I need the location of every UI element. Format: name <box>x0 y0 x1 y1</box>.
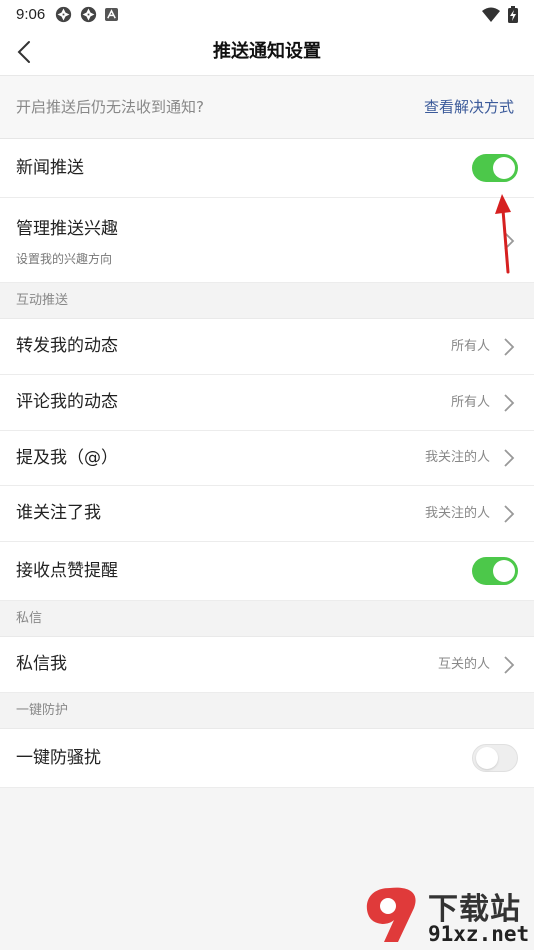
chevron-right-icon <box>504 505 515 523</box>
like-reminder-label: 接收点赞提醒 <box>16 561 118 581</box>
chevron-right-icon <box>504 656 515 674</box>
news-push-row[interactable]: 新闻推送 <box>0 139 534 198</box>
anti-harassment-row[interactable]: 一键防骚扰 <box>0 729 534 788</box>
watermark-domain: 91xz.net <box>428 922 530 946</box>
row-label: 私信我 <box>16 654 67 674</box>
status-bar: 9:06 <box>0 0 534 28</box>
manage-interests-label: 管理推送兴趣 <box>16 219 118 239</box>
news-push-label: 新闻推送 <box>16 158 84 178</box>
anti-harassment-label: 一键防骚扰 <box>16 748 101 768</box>
aperture-icon <box>81 6 97 22</box>
app-a-icon <box>105 7 119 21</box>
navbar: 推送通知设置 <box>0 28 534 76</box>
forward-my-post-row[interactable]: 转发我的动态 所有人 <box>0 319 534 375</box>
status-icons-left <box>55 6 119 23</box>
toggle-knob <box>493 560 515 582</box>
like-reminder-row[interactable]: 接收点赞提醒 <box>0 542 534 601</box>
private-message-me-row[interactable]: 私信我 互关的人 <box>0 637 534 693</box>
watermark-logo-icon <box>366 887 416 942</box>
chevron-right-icon <box>504 338 515 356</box>
anti-harassment-toggle[interactable] <box>472 744 518 772</box>
section-interaction: 互动推送 <box>0 283 534 319</box>
section-protection: 一键防护 <box>0 693 534 729</box>
who-followed-me-row[interactable]: 谁关注了我 我关注的人 <box>0 486 534 542</box>
like-reminder-toggle[interactable] <box>472 557 518 585</box>
toggle-knob <box>493 157 515 179</box>
row-label: 谁关注了我 <box>16 503 101 523</box>
mention-me-row[interactable]: 提及我（@） 我关注的人 <box>0 431 534 486</box>
section-private-message: 私信 <box>0 601 534 637</box>
notice-text: 开启推送后仍无法收到通知? <box>16 98 204 116</box>
view-solution-link[interactable]: 查看解决方式 <box>424 76 514 138</box>
chevron-right-icon <box>504 394 515 412</box>
row-value: 所有人 <box>450 395 490 410</box>
manage-interests-row[interactable]: 管理推送兴趣 设置我的兴趣方向 <box>0 198 534 283</box>
row-label: 评论我的动态 <box>16 392 118 412</box>
row-label: 提及我（@） <box>16 448 118 468</box>
toggle-knob <box>476 747 498 769</box>
section-title: 一键防护 <box>16 703 69 718</box>
status-time: 9:06 <box>16 5 46 23</box>
wifi-icon <box>482 7 500 22</box>
watermark: 下载站 91xz.net <box>360 880 534 950</box>
annotation-arrow-icon <box>495 194 511 274</box>
row-label: 转发我的动态 <box>16 336 118 356</box>
battery-charging-icon <box>508 5 518 23</box>
aperture-icon <box>56 6 72 22</box>
row-value: 互关的人 <box>437 657 490 672</box>
comment-my-post-row[interactable]: 评论我的动态 所有人 <box>0 375 534 431</box>
section-title: 互动推送 <box>16 293 69 308</box>
row-value: 所有人 <box>450 339 490 354</box>
section-title: 私信 <box>16 611 43 626</box>
notice-bar: 开启推送后仍无法收到通知? 查看解决方式 <box>0 76 534 139</box>
chevron-left-icon[interactable] <box>12 38 40 66</box>
status-icons-right <box>482 5 518 23</box>
manage-interests-sub: 设置我的兴趣方向 <box>16 252 113 266</box>
page-title: 推送通知设置 <box>213 41 321 62</box>
row-value: 我关注的人 <box>424 450 490 465</box>
chevron-right-icon <box>504 449 515 467</box>
row-value: 我关注的人 <box>424 506 490 521</box>
news-push-toggle[interactable] <box>472 154 518 182</box>
